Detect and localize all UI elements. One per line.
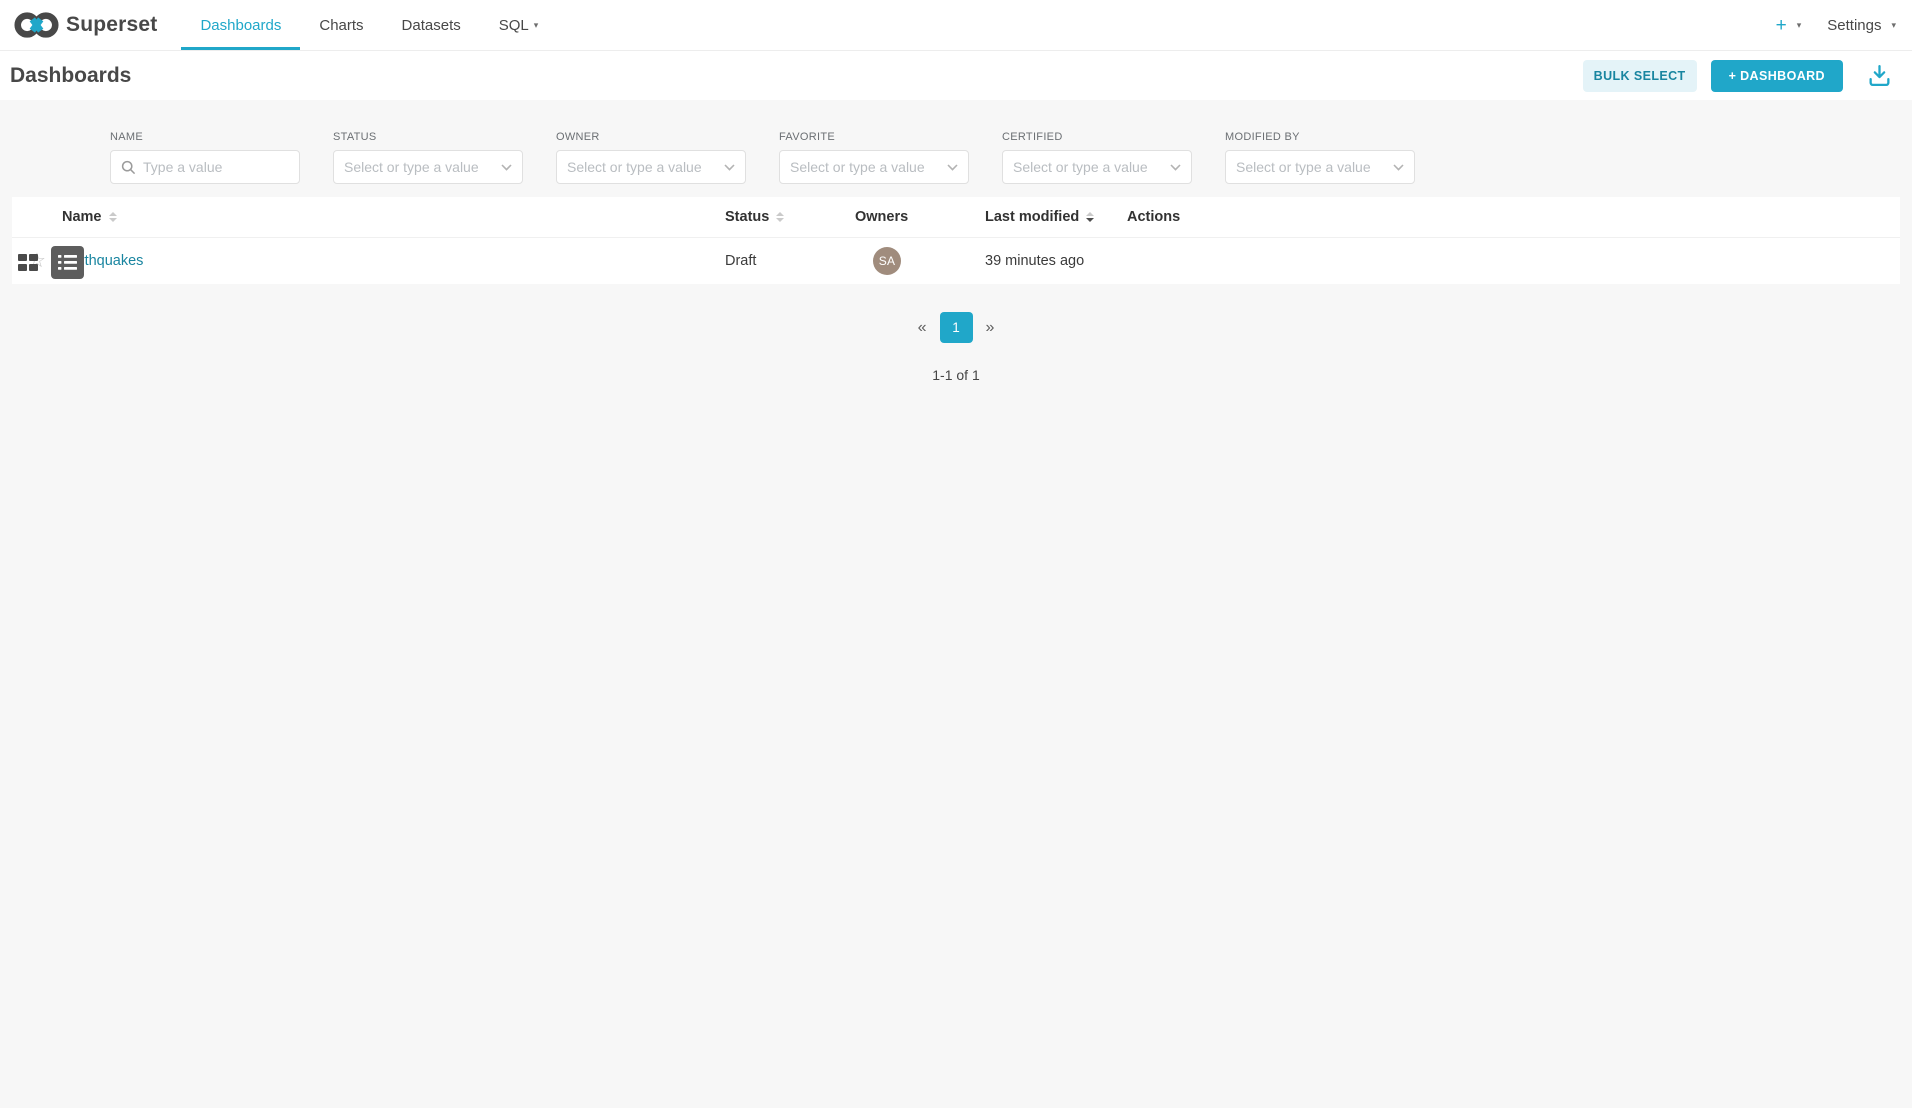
chevron-down-icon [947, 164, 958, 171]
nav-tab-sql[interactable]: SQL ▾ [480, 0, 558, 50]
page-header: Dashboards BULK SELECT + DASHBOARD [0, 51, 1912, 100]
next-page-button[interactable]: » [986, 319, 995, 337]
add-dashboard-button[interactable]: + DASHBOARD [1711, 60, 1843, 92]
filter-label: MODIFIED BY [1225, 131, 1415, 143]
sort-icon [109, 212, 117, 222]
nav-tab-charts[interactable]: Charts [300, 0, 382, 50]
filter-label: NAME [110, 131, 300, 143]
nav-tab-label: Dashboards [200, 17, 281, 34]
owner-avatar[interactable]: SA [873, 247, 901, 275]
filter-modified-by: MODIFIED BY Select or type a value [1225, 131, 1415, 184]
settings-menu[interactable]: Settings ▾ [1827, 17, 1896, 34]
sort-icon [776, 212, 784, 222]
import-dashboards-button[interactable] [1867, 64, 1892, 87]
navbar-right: + ▾ Settings ▾ [1776, 0, 1896, 50]
plus-icon: + [1776, 16, 1787, 35]
dashboards-table: Name Status Owners Last modified Actions… [12, 197, 1900, 284]
superset-infinity-icon [14, 10, 59, 40]
pager-controls: « 1 » [918, 312, 995, 343]
pagination-summary: 1-1 of 1 [932, 367, 979, 383]
list-view-toggle[interactable] [51, 246, 84, 279]
column-header-name[interactable]: Name [62, 209, 725, 225]
download-icon [1867, 64, 1892, 87]
column-label: Owners [855, 209, 908, 225]
new-item-menu[interactable]: + ▾ [1776, 16, 1802, 35]
main-nav: Dashboards Charts Datasets SQL ▾ [181, 0, 557, 50]
chevron-down-icon: ▾ [534, 20, 539, 31]
page-title: Dashboards [10, 64, 131, 88]
name-cell: Earthquakes [62, 253, 725, 269]
brand-name: Superset [66, 13, 157, 37]
owner-filter-select[interactable]: Select or type a value [556, 150, 746, 184]
table-header-row: Name Status Owners Last modified Actions [12, 197, 1900, 237]
filter-label: FAVORITE [779, 131, 969, 143]
nav-tab-dashboards[interactable]: Dashboards [181, 0, 300, 50]
column-header-owners: Owners [855, 209, 985, 225]
filter-name: NAME [110, 131, 300, 184]
header-actions: BULK SELECT + DASHBOARD [1583, 60, 1892, 92]
chevron-down-icon [1393, 164, 1404, 171]
pagination: « 1 » 1-1 of 1 [0, 312, 1912, 383]
column-header-last-modified[interactable]: Last modified [985, 209, 1127, 225]
filter-bar: NAME STATUS Select or type a value OWNE [0, 100, 1912, 197]
grid-view-icon [18, 254, 38, 271]
settings-label: Settings [1827, 17, 1881, 34]
certified-filter-select[interactable]: Select or type a value [1002, 150, 1192, 184]
nav-tab-label: Charts [319, 17, 363, 34]
column-header-actions: Actions [1127, 209, 1900, 225]
column-label: Actions [1127, 209, 1180, 225]
owners-cell: SA [855, 247, 985, 275]
filter-status: STATUS Select or type a value [333, 131, 523, 184]
column-label: Last modified [985, 209, 1079, 225]
table-row: ☆ Earthquakes Draft SA 39 minutes ago [12, 237, 1900, 284]
chevron-down-icon [1170, 164, 1181, 171]
select-placeholder: Select or type a value [790, 159, 925, 175]
select-placeholder: Select or type a value [567, 159, 702, 175]
superset-logo[interactable]: Superset [14, 0, 157, 50]
column-label: Status [725, 209, 769, 225]
select-placeholder: Select or type a value [344, 159, 479, 175]
chevron-down-icon [724, 164, 735, 171]
column-label: Name [62, 209, 102, 225]
nav-tab-label: SQL [499, 17, 529, 34]
chevron-down-icon [501, 164, 512, 171]
filter-owner: OWNER Select or type a value [556, 131, 746, 184]
select-placeholder: Select or type a value [1013, 159, 1148, 175]
status-cell: Draft [725, 253, 855, 269]
filter-certified: CERTIFIED Select or type a value [1002, 131, 1192, 184]
nav-tab-datasets[interactable]: Datasets [383, 0, 480, 50]
filter-favorite: FAVORITE Select or type a value [779, 131, 969, 184]
favorite-filter-select[interactable]: Select or type a value [779, 150, 969, 184]
sort-desc-icon [1086, 212, 1094, 222]
top-navbar: Superset Dashboards Charts Datasets SQL … [0, 0, 1912, 51]
bulk-select-button[interactable]: BULK SELECT [1583, 60, 1697, 92]
name-filter-field[interactable] [143, 159, 289, 175]
last-modified-cell: 39 minutes ago [985, 253, 1127, 269]
status-filter-select[interactable]: Select or type a value [333, 150, 523, 184]
column-header-status[interactable]: Status [725, 209, 855, 225]
search-icon [121, 160, 136, 175]
name-search-input[interactable] [110, 150, 300, 184]
chevron-down-icon: ▾ [1797, 20, 1802, 31]
page-1-button[interactable]: 1 [940, 312, 973, 343]
chevron-down-icon: ▾ [1891, 20, 1896, 31]
view-mode-toggles [18, 246, 84, 279]
filter-label: CERTIFIED [1002, 131, 1192, 143]
filters-row: NAME STATUS Select or type a value OWNE [110, 131, 1415, 184]
card-view-toggle[interactable] [18, 254, 38, 271]
nav-tab-label: Datasets [402, 17, 461, 34]
prev-page-button[interactable]: « [918, 319, 927, 337]
list-view-icon [58, 255, 77, 270]
modified-by-filter-select[interactable]: Select or type a value [1225, 150, 1415, 184]
select-placeholder: Select or type a value [1236, 159, 1371, 175]
filter-label: OWNER [556, 131, 746, 143]
filter-label: STATUS [333, 131, 523, 143]
